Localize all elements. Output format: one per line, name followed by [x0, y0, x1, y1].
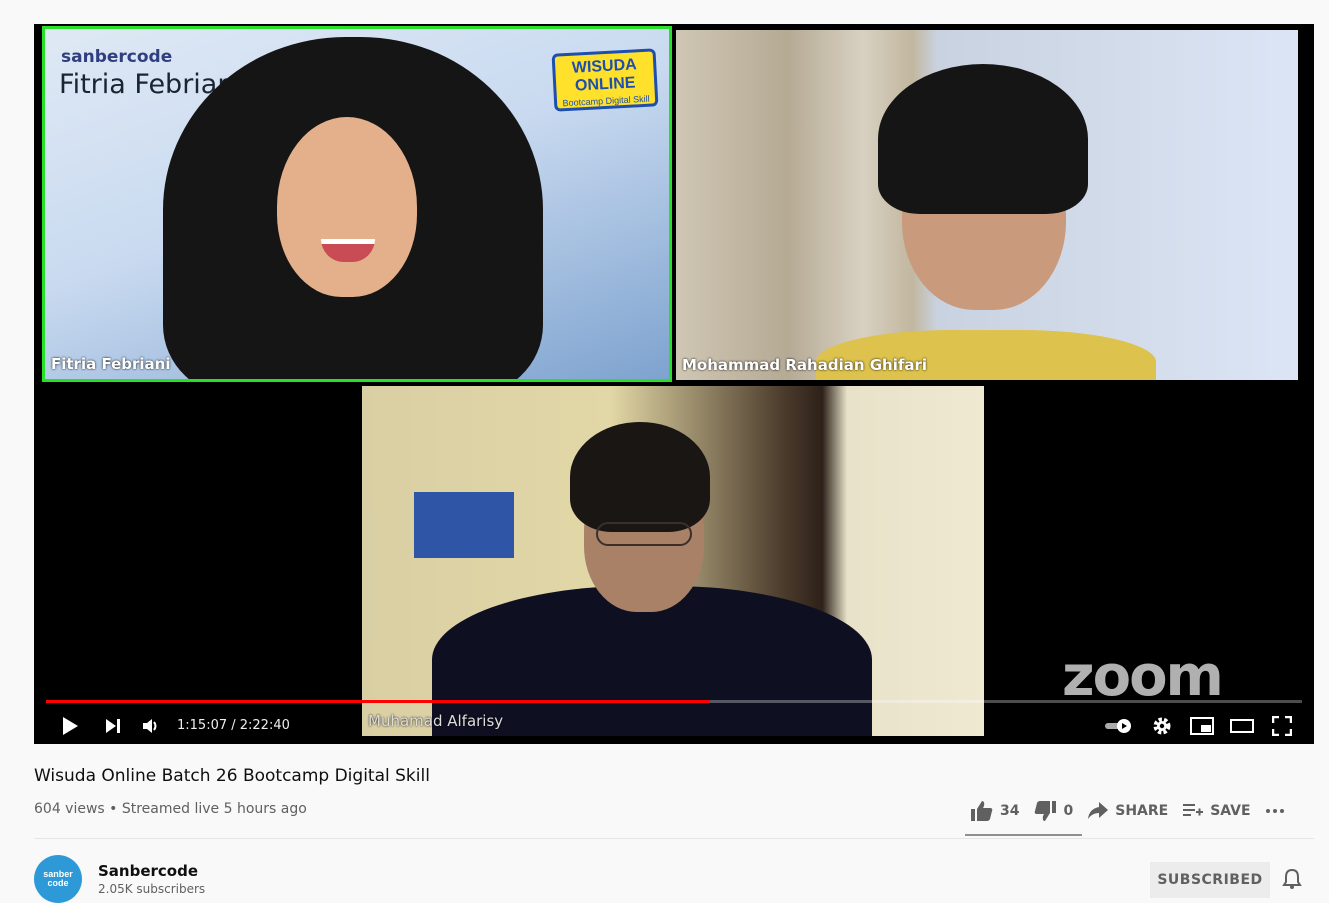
settings-icon: [1153, 717, 1171, 735]
settings-button[interactable]: [1146, 708, 1178, 744]
progress-bar[interactable]: [46, 700, 1302, 703]
person-hair: [570, 422, 710, 532]
video-title: Wisuda Online Batch 26 Bootcamp Digital …: [34, 766, 430, 786]
fullscreen-icon: [1272, 716, 1292, 736]
add-to-playlist-icon: [1183, 804, 1204, 816]
sentiment-bar: [965, 834, 1082, 836]
subscribed-button[interactable]: SUBSCRIBED: [1150, 862, 1270, 898]
next-button[interactable]: [98, 708, 128, 744]
more-actions-button[interactable]: [1265, 808, 1291, 814]
play-button[interactable]: [54, 708, 86, 744]
channel-avatar[interactable]: sanber code: [34, 855, 82, 903]
bell-icon: [1282, 868, 1302, 889]
like-button[interactable]: 34: [970, 800, 1019, 822]
save-label: SAVE: [1210, 803, 1251, 819]
autoplay-toggle[interactable]: [1102, 708, 1136, 744]
volume-button[interactable]: [136, 708, 166, 744]
save-button[interactable]: SAVE: [1182, 802, 1251, 820]
notification-bell-button[interactable]: [1282, 868, 1302, 895]
sanbercode-logo: sanbercode: [61, 47, 173, 67]
participant-tile: Mohammad Rahadian Ghifari: [676, 30, 1298, 380]
share-icon: [1088, 802, 1109, 819]
participant-tile: Muhamad Alfarisy: [362, 386, 984, 736]
participant-tile-active-speaker: sanbercode Fitria Febriani WISUDA ONLINE…: [42, 26, 672, 382]
next-icon: [106, 719, 120, 733]
theater-button[interactable]: [1226, 708, 1258, 744]
player-controls: 1:15:07 / 2:22:40: [34, 708, 1314, 744]
fullscreen-button[interactable]: [1266, 708, 1298, 744]
participant-name-label: Mohammad Rahadian Ghifari: [682, 356, 928, 374]
person-glasses: [596, 522, 692, 546]
dislike-count: 0: [1063, 803, 1074, 819]
thumbs-down-icon: [1035, 801, 1057, 821]
time-display: 1:15:07 / 2:22:40: [177, 718, 290, 733]
dislike-button[interactable]: 0: [1033, 800, 1073, 822]
person-hair: [878, 64, 1088, 214]
badge-title: WISUDA ONLINE: [571, 56, 638, 95]
video-meta: 604 views • Streamed live 5 hours ago: [34, 801, 307, 817]
share-label: SHARE: [1115, 803, 1169, 819]
play-icon: [63, 717, 78, 735]
person-face: [277, 117, 417, 297]
miniplayer-icon: [1190, 717, 1214, 735]
miniplayer-button[interactable]: [1186, 708, 1218, 744]
like-count: 34: [1000, 803, 1020, 819]
subscriber-count: 2.05K subscribers: [98, 882, 206, 896]
autoplay-toggle-icon: [1105, 719, 1131, 733]
action-bar: 34 0 SHARE SAVE: [970, 792, 1305, 830]
share-button[interactable]: SHARE: [1087, 801, 1168, 821]
more-horizontal-icon: [1265, 809, 1284, 813]
channel-name[interactable]: Sanbercode: [98, 862, 198, 880]
volume-icon: [143, 719, 157, 733]
progress-bar-fill: [46, 700, 711, 703]
wall-board: [414, 492, 514, 558]
theater-icon: [1230, 719, 1254, 733]
thumbs-up-icon: [971, 801, 993, 821]
video-player[interactable]: sanbercode Fitria Febriani WISUDA ONLINE…: [34, 24, 1314, 744]
participant-name-label: Fitria Febriani: [51, 355, 171, 373]
divider: [34, 838, 1314, 839]
wisuda-online-badge: WISUDA ONLINE Bootcamp Digital Skill: [551, 48, 659, 112]
